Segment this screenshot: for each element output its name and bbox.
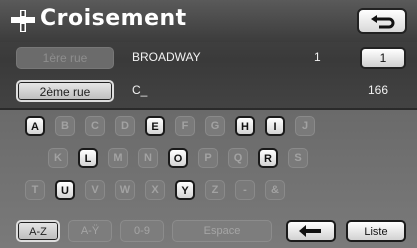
key-g[interactable]: G	[205, 116, 225, 136]
digits-button[interactable]: 0-9	[120, 220, 164, 242]
backspace-button[interactable]	[286, 220, 336, 242]
key-p[interactable]: P	[198, 148, 218, 168]
key-c[interactable]: C	[85, 116, 105, 136]
nav-screen: Croisement 1ère rue BROADWAY 1 1 2ème ru…	[0, 0, 417, 248]
key-f[interactable]: F	[175, 116, 195, 136]
key-z[interactable]: Z	[205, 180, 225, 200]
key-t[interactable]: T	[25, 180, 45, 200]
street2-match-count: 166	[368, 83, 389, 97]
key-e[interactable]: E	[145, 116, 165, 136]
keyboard: A B C D E F G H I J K L M N O P Q R S T U V W X Y Z - & A-Z A-Ÿ 0-9…	[0, 110, 417, 248]
key-b[interactable]: B	[55, 116, 75, 136]
key-n[interactable]: N	[138, 148, 158, 168]
space-button[interactable]: Espace	[172, 220, 272, 242]
key-u[interactable]: U	[55, 180, 75, 200]
street1-number-button[interactable]: 1	[360, 47, 406, 69]
header-bar: Croisement	[0, 0, 417, 42]
key-hyphen[interactable]: -	[235, 180, 255, 200]
key-k[interactable]: K	[48, 148, 68, 168]
street2-row: 2ème rue C_ 166	[0, 80, 417, 106]
page-title: Croisement	[40, 6, 187, 31]
key-ampersand[interactable]: &	[265, 180, 285, 200]
key-h[interactable]: H	[235, 116, 255, 136]
key-v[interactable]: V	[85, 180, 105, 200]
street1-row: 1ère rue BROADWAY 1 1	[0, 47, 417, 73]
key-m[interactable]: M	[108, 148, 128, 168]
ay-button[interactable]: A-Ÿ	[68, 220, 112, 242]
key-x[interactable]: X	[145, 180, 165, 200]
key-j[interactable]: J	[295, 116, 315, 136]
backspace-arrow-icon	[299, 225, 321, 237]
key-s[interactable]: S	[288, 148, 308, 168]
street1-number: 1	[314, 50, 321, 64]
key-l[interactable]: L	[78, 148, 98, 168]
key-d[interactable]: D	[115, 116, 135, 136]
key-r[interactable]: R	[258, 148, 278, 168]
key-y[interactable]: Y	[175, 180, 195, 200]
street1-value: BROADWAY	[132, 50, 201, 64]
key-a[interactable]: A	[25, 116, 45, 136]
back-arrow-icon	[371, 15, 395, 29]
key-i[interactable]: I	[265, 116, 285, 136]
street1-button[interactable]: 1ère rue	[16, 47, 114, 69]
key-q[interactable]: Q	[228, 148, 248, 168]
az-button[interactable]: A-Z	[16, 220, 60, 242]
key-o[interactable]: O	[168, 148, 188, 168]
street2-button[interactable]: 2ème rue	[16, 80, 114, 102]
list-button[interactable]: Liste	[346, 220, 406, 242]
intersection-icon	[11, 10, 35, 32]
back-button[interactable]	[357, 8, 407, 34]
key-w[interactable]: W	[115, 180, 135, 200]
street2-input[interactable]: C_	[132, 83, 147, 97]
